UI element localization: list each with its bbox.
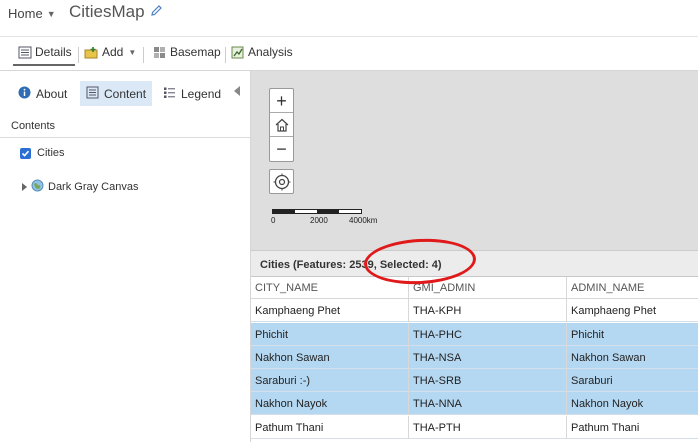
table-row-selected[interactable]: Saraburi :-) THA-SRB Saraburi xyxy=(251,369,698,392)
content-list-icon xyxy=(86,86,99,102)
active-tab-indicator xyxy=(13,64,75,66)
table-row[interactable]: Pathum Thani THA-PTH Pathum Thani xyxy=(251,416,698,439)
tab-about[interactable]: About xyxy=(12,81,73,106)
map-view[interactable]: + − 0 2000 4000km xyxy=(251,70,698,250)
attribute-table: Cities (Features: 2539, Selected: 4) CIT… xyxy=(251,250,698,442)
basemap-grid-icon xyxy=(153,46,167,59)
zoom-out-button[interactable]: − xyxy=(270,137,293,161)
analysis-label: Analysis xyxy=(248,45,293,59)
scale-bar xyxy=(272,209,362,214)
basemap-layer-label: Dark Gray Canvas xyxy=(48,181,139,193)
tab-about-label: About xyxy=(36,86,68,101)
layer-checkbox[interactable] xyxy=(20,147,31,159)
scale-label-mid: 2000 xyxy=(310,216,328,225)
cell-gmi-admin: THA-PTH xyxy=(409,416,567,439)
cell-admin-name: Pathum Thani xyxy=(571,422,640,434)
toolbar-divider xyxy=(225,47,226,63)
tab-legend[interactable]: Legend xyxy=(157,81,227,106)
home-menu[interactable]: Home ▼ xyxy=(8,6,56,21)
details-label: Details xyxy=(35,45,72,59)
cell-city-name: Kamphaeng Phet xyxy=(251,299,409,322)
locate-button[interactable] xyxy=(269,169,294,194)
cell-city-name: Saraburi :-) xyxy=(251,369,409,392)
toolbar: Details Add ▼ Basemap Analysis xyxy=(0,36,698,70)
cell-gmi-admin: THA-NNA xyxy=(409,392,567,415)
home-label: Home xyxy=(8,6,43,21)
toolbar-divider xyxy=(143,47,144,63)
legend-list-icon xyxy=(163,86,176,102)
app-header: Home ▼ CitiesMap xyxy=(0,0,698,32)
home-extent-button[interactable] xyxy=(270,113,293,137)
tab-legend-label: Legend xyxy=(181,86,222,101)
cell-city-name: Pathum Thani xyxy=(251,416,409,439)
basemap-layer-item[interactable]: Dark Gray Canvas xyxy=(22,179,138,195)
globe-icon xyxy=(31,179,44,195)
cell-city-name: Nakhon Nayok xyxy=(251,392,409,415)
cell-admin-name: Nakhon Nayok xyxy=(571,398,644,410)
section-divider xyxy=(0,137,250,138)
analysis-icon xyxy=(231,46,245,59)
details-icon xyxy=(18,46,32,59)
table-row[interactable]: Kamphaeng Phet THA-KPH Kamphaeng Phet xyxy=(251,299,698,322)
house-icon xyxy=(275,118,288,132)
collapse-panel-icon[interactable] xyxy=(234,86,240,96)
column-header-admin-name[interactable]: ADMIN_NAME xyxy=(567,277,698,299)
basemap-label: Basemap xyxy=(170,45,221,59)
page-title: CitiesMap xyxy=(69,2,145,21)
cell-gmi-admin: THA-PHC xyxy=(409,323,567,346)
tab-content-label: Content xyxy=(104,86,147,101)
table-row-selected[interactable]: Phichit THA-PHC Phichit xyxy=(251,323,698,346)
zoom-controls: + − xyxy=(269,88,294,162)
cell-gmi-admin: THA-NSA xyxy=(409,346,567,369)
toolbar-divider xyxy=(78,47,79,63)
table-row-selected[interactable]: Nakhon Nayok THA-NNA Nakhon Nayok xyxy=(251,392,698,415)
content-panel: About Content Legend Contents Cities Dar… xyxy=(0,70,251,442)
add-label: Add xyxy=(102,45,124,59)
scale-label-end: 4000km xyxy=(349,216,378,225)
cell-gmi-admin: THA-KPH xyxy=(409,299,567,322)
table-row-selected[interactable]: Nakhon Sawan THA-NSA Nakhon Sawan xyxy=(251,346,698,369)
cell-city-name: Nakhon Sawan xyxy=(251,346,409,369)
zoom-in-button[interactable]: + xyxy=(270,89,293,113)
expand-arrow-icon[interactable] xyxy=(22,183,27,191)
cell-admin-name: Phichit xyxy=(571,329,605,341)
analysis-button[interactable]: Analysis xyxy=(231,45,293,59)
add-layer-icon xyxy=(84,46,99,59)
edit-pencil-icon[interactable] xyxy=(150,4,163,20)
basemap-button[interactable]: Basemap xyxy=(153,45,221,59)
locate-crosshair-icon xyxy=(273,173,290,190)
cell-admin-name: Kamphaeng Phet xyxy=(571,305,657,317)
layer-label: Cities xyxy=(37,147,65,159)
info-icon xyxy=(18,86,31,102)
cell-admin-name: Saraburi xyxy=(571,375,613,387)
details-button[interactable]: Details xyxy=(18,45,72,59)
cell-gmi-admin: THA-SRB xyxy=(409,369,567,392)
scale-label-start: 0 xyxy=(271,216,276,225)
contents-heading: Contents xyxy=(11,120,56,132)
chevron-down-icon: ▼ xyxy=(128,47,137,57)
cell-admin-name: Nakhon Sawan xyxy=(571,352,646,364)
tab-content[interactable]: Content xyxy=(80,81,153,106)
chevron-down-icon: ▼ xyxy=(46,8,56,19)
cell-city-name: Phichit xyxy=(251,323,409,346)
add-button[interactable]: Add ▼ xyxy=(84,45,136,59)
layer-item-cities[interactable]: Cities xyxy=(20,147,65,159)
